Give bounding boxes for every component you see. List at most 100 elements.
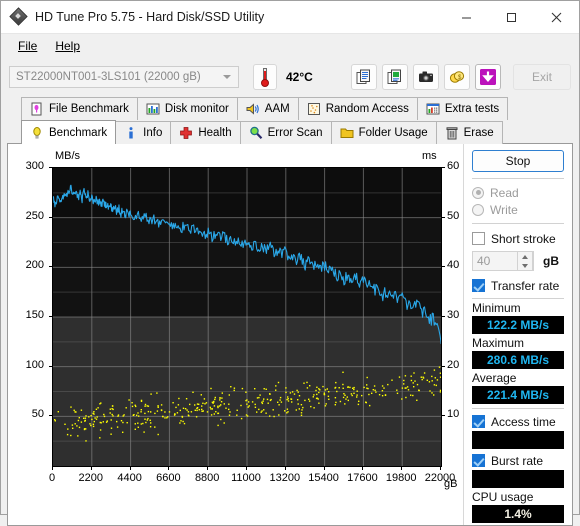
checkbox-short-stroke-label: Short stroke xyxy=(491,231,556,246)
temperature-icon-box[interactable] xyxy=(253,64,277,90)
tab-label: Erase xyxy=(463,127,494,139)
info-icon xyxy=(124,126,138,140)
stepper-up[interactable] xyxy=(518,252,532,261)
x-tick: 13200 xyxy=(269,472,301,484)
tab-health[interactable]: Health xyxy=(170,121,241,144)
chevron-down-icon xyxy=(522,263,528,268)
tab-label: AAM xyxy=(264,103,290,115)
drive-select[interactable]: ST22000NT001-3LS101 (22000 gB) xyxy=(9,66,239,88)
y-axis-title: MB/s xyxy=(55,150,81,162)
x-tick: 17600 xyxy=(347,472,378,484)
maximum-label: Maximum xyxy=(472,336,525,350)
window-title: HD Tune Pro 5.75 - Hard Disk/SSD Utility xyxy=(35,10,265,24)
y-tick-mark xyxy=(49,216,52,218)
y-tick: 50 xyxy=(31,408,44,421)
cpu-usage-label: CPU usage xyxy=(472,490,534,504)
short-stroke-stepper[interactable] xyxy=(517,251,533,271)
checkbox-access-time-icon xyxy=(472,415,485,428)
short-stroke-value: 40 xyxy=(477,254,491,268)
menu-help[interactable]: Help xyxy=(46,36,89,56)
drive-select-value: ST22000NT001-3LS101 (22000 gB) xyxy=(16,71,201,83)
minimize-button[interactable] xyxy=(444,1,489,33)
copy-image-button[interactable] xyxy=(382,64,408,90)
copy-text-icon xyxy=(356,69,370,84)
average-label: Average xyxy=(472,371,517,385)
aam-speaker-icon xyxy=(246,102,260,116)
divider xyxy=(472,223,564,224)
x-tick: 8800 xyxy=(194,472,220,484)
y-tick-mark xyxy=(49,365,52,367)
x-tick-mark xyxy=(440,466,441,470)
y2-tick-mark xyxy=(441,415,445,417)
access-time-value xyxy=(472,431,564,449)
x-tick-mark xyxy=(323,466,325,470)
maximum-value: 280.6 MB/s xyxy=(472,351,564,369)
x-tick: 0 xyxy=(48,472,56,484)
short-stroke-input[interactable]: 40 xyxy=(472,251,534,271)
tab-erase[interactable]: Erase xyxy=(435,121,503,144)
screenshot-button[interactable] xyxy=(413,64,439,90)
tab-label: Health xyxy=(198,127,232,139)
plot-area[interactable] xyxy=(52,167,442,467)
toolbar: ST22000NT001-3LS101 (22000 gB) 42°C $ Ex… xyxy=(1,58,579,96)
checkbox-access-time[interactable]: Access time xyxy=(472,412,564,431)
copy-image-icon xyxy=(387,69,401,84)
burst-rate-value xyxy=(472,470,564,488)
tab-label: Info xyxy=(143,127,163,139)
close-button[interactable] xyxy=(534,1,579,33)
erase-trash-icon xyxy=(445,126,459,140)
x-tick: 22000 xyxy=(424,472,456,484)
x-tick: 11000 xyxy=(231,472,261,484)
y-tick-mark xyxy=(49,316,52,317)
chevron-up-icon xyxy=(522,254,528,259)
stepper-down[interactable] xyxy=(518,261,532,270)
y2-tick-mark xyxy=(441,167,445,168)
checkbox-transfer-rate[interactable]: Transfer rate xyxy=(472,276,564,295)
x-tick-mark xyxy=(401,466,403,470)
tab-folder-usage[interactable]: Folder Usage xyxy=(330,121,437,144)
stop-button[interactable]: Stop xyxy=(472,150,564,172)
menu-help-label: Help xyxy=(55,39,81,53)
radio-write-label: Write xyxy=(490,202,518,217)
download-button[interactable] xyxy=(475,64,501,90)
checkbox-burst-rate[interactable]: Burst rate xyxy=(472,451,564,470)
x-tick-mark xyxy=(129,466,131,470)
tab-disk-monitor[interactable]: Disk monitor xyxy=(136,97,238,120)
tab-extra-tests[interactable]: Extra tests xyxy=(416,97,509,120)
y2-axis-title: ms xyxy=(422,150,437,162)
maximize-button[interactable] xyxy=(489,1,534,33)
x-tick: 4400 xyxy=(117,472,142,484)
coins-button[interactable]: $ xyxy=(444,64,470,90)
exit-button[interactable]: Exit xyxy=(513,64,571,90)
tab-file-benchmark[interactable]: File Benchmark xyxy=(21,97,138,120)
copy-text-button[interactable] xyxy=(351,64,377,90)
tab-label: File Benchmark xyxy=(49,103,129,115)
tab-error-scan[interactable]: Error Scan xyxy=(239,121,332,144)
hd-tune-window: HD Tune Pro 5.75 - Hard Disk/SSD Utility… xyxy=(0,0,580,526)
x-tick-mark xyxy=(168,466,170,470)
divider xyxy=(472,178,564,179)
checkbox-short-stroke[interactable]: Short stroke xyxy=(472,229,564,248)
tab-label: Error Scan xyxy=(267,127,323,139)
tab-label: Extra tests xyxy=(444,103,500,115)
x-tick: 6600 xyxy=(156,472,181,484)
radio-read-label: Read xyxy=(490,185,519,200)
tab-label: Folder Usage xyxy=(358,127,428,139)
tab-random-access[interactable]: Random Access xyxy=(297,97,418,120)
radio-write[interactable]: Write xyxy=(472,201,564,218)
x-tick-mark xyxy=(90,466,92,470)
tab-info[interactable]: Info xyxy=(115,121,172,144)
benchmark-panel: MB/s ms gB 50 100 150 200 250 300 10 20 30 40 50 6… xyxy=(7,144,573,526)
checkbox-transfer-rate-icon xyxy=(472,279,485,292)
y2-tick-mark xyxy=(441,266,445,268)
menu-file[interactable]: File xyxy=(9,36,46,56)
tab-benchmark[interactable]: Benchmark xyxy=(21,120,117,144)
chevron-down-icon xyxy=(223,75,231,79)
download-arrow-icon xyxy=(480,69,496,85)
divider xyxy=(472,408,564,409)
y-tick: 250 xyxy=(25,209,44,222)
tab-aam[interactable]: AAM xyxy=(236,97,299,120)
health-cross-icon xyxy=(179,126,193,140)
radio-read[interactable]: Read xyxy=(472,184,564,201)
file-benchmark-icon xyxy=(30,102,44,116)
